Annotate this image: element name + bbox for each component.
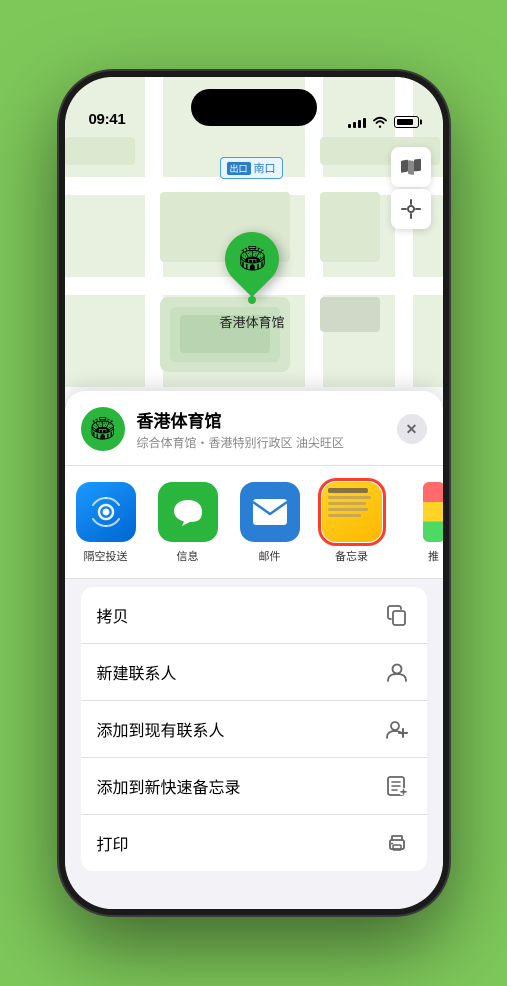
status-icons [348, 116, 419, 128]
map-type-button[interactable] [391, 147, 431, 187]
action-print-label: 打印 [97, 831, 129, 855]
action-print[interactable]: 打印 [81, 815, 427, 871]
map-type-icon [400, 156, 422, 178]
copy-icon [383, 601, 411, 629]
notes-label: 备忘录 [335, 548, 368, 564]
signal-icon [348, 116, 366, 128]
airdrop-label: 隔空投送 [84, 548, 128, 564]
action-add-notes-label: 添加到新快速备忘录 [97, 774, 241, 798]
airdrop-symbol [88, 494, 124, 530]
exit-name: 南口 [254, 160, 276, 176]
more-label: 推 [428, 548, 439, 564]
stadium-label: 香港体育馆 [220, 312, 285, 331]
stadium-emoji: 🏟 [237, 245, 267, 274]
action-copy[interactable]: 拷贝 [81, 587, 427, 644]
exit-badge: 出口 [227, 162, 251, 175]
phone-screen: 09:41 [65, 77, 443, 909]
airdrop-icon [76, 482, 136, 542]
sheet-close-button[interactable]: ✕ [397, 414, 427, 444]
new-contact-icon [383, 658, 411, 686]
mail-symbol [251, 497, 289, 527]
battery-icon [394, 116, 419, 128]
wifi-icon [372, 116, 388, 128]
action-add-notes[interactable]: 添加到新快速备忘录 [81, 758, 427, 815]
sheet-header: 🏟 香港体育馆 综合体育馆・香港特别行政区 油尖旺区 ✕ [65, 391, 443, 466]
stadium-pin[interactable]: 🏟 香港体育馆 [220, 232, 285, 331]
sheet-title: 香港体育馆 [137, 407, 385, 432]
messages-symbol [170, 494, 206, 530]
phone-frame: 09:41 [59, 71, 449, 915]
mail-icon [240, 482, 300, 542]
app-messages[interactable]: 信息 [147, 482, 229, 564]
bottom-sheet: 🏟 香港体育馆 综合体育馆・香港特别行政区 油尖旺区 ✕ [65, 391, 443, 909]
action-new-contact-label: 新建联系人 [97, 660, 177, 684]
action-list: 拷贝 新建联系人 [81, 587, 427, 871]
map-exit-label: 出口 南口 [220, 157, 283, 179]
map-controls [391, 147, 431, 229]
more-icon [423, 482, 443, 542]
sheet-subtitle: 综合体育馆・香港特别行政区 油尖旺区 [137, 434, 385, 451]
dynamic-island [191, 89, 317, 126]
print-icon [383, 829, 411, 857]
messages-label: 信息 [177, 548, 199, 564]
messages-icon [158, 482, 218, 542]
app-airdrop[interactable]: 隔空投送 [65, 482, 147, 564]
status-time: 09:41 [89, 111, 126, 128]
action-add-existing-label: 添加到现有联系人 [97, 717, 225, 741]
battery-fill [397, 119, 413, 125]
app-more[interactable]: 推 [393, 482, 443, 564]
action-new-contact[interactable]: 新建联系人 [81, 644, 427, 701]
app-notes[interactable]: 备忘录 [311, 482, 393, 564]
action-add-existing[interactable]: 添加到现有联系人 [81, 701, 427, 758]
add-notes-icon [383, 772, 411, 800]
action-copy-label: 拷贝 [97, 603, 129, 627]
add-existing-icon [383, 715, 411, 743]
location-icon [401, 199, 421, 219]
location-button[interactable] [391, 189, 431, 229]
app-mail[interactable]: 邮件 [229, 482, 311, 564]
sheet-title-area: 香港体育馆 综合体育馆・香港特别行政区 油尖旺区 [137, 407, 385, 451]
apps-share-row: 隔空投送 信息 [65, 466, 443, 579]
notes-icon [322, 482, 382, 542]
sheet-venue-icon: 🏟 [81, 407, 125, 451]
mail-label: 邮件 [259, 548, 281, 564]
